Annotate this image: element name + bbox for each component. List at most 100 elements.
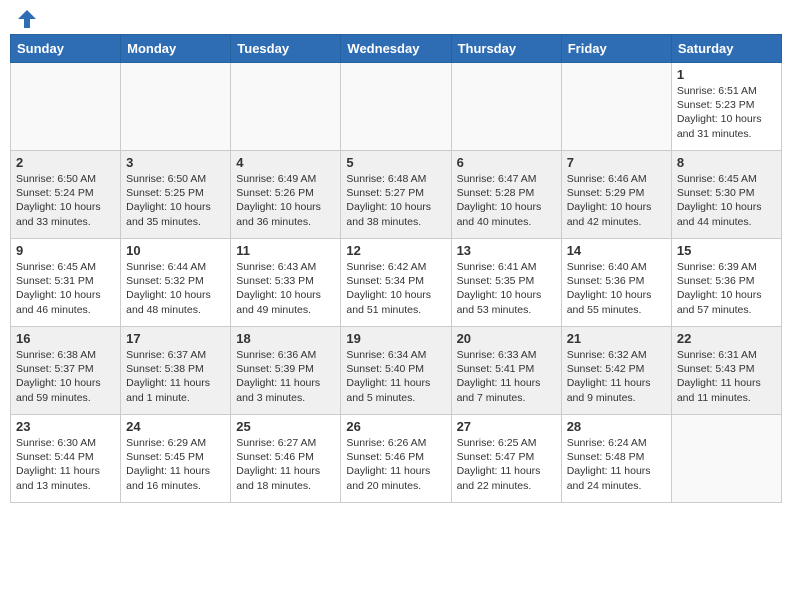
day-number: 23 (16, 419, 115, 434)
calendar-cell (451, 63, 561, 151)
calendar-week-row: 1 Sunrise: 6:51 AM Sunset: 5:23 PM Daylig… (11, 63, 782, 151)
cell-text: Sunrise: 6:39 AM Sunset: 5:36 PM Dayligh… (677, 260, 776, 317)
calendar-cell: 19 Sunrise: 6:34 AM Sunset: 5:40 PM Dayli… (341, 327, 451, 415)
cell-text: Sunrise: 6:26 AM Sunset: 5:46 PM Dayligh… (346, 436, 445, 493)
day-number: 20 (457, 331, 556, 346)
calendar-cell: 7 Sunrise: 6:46 AM Sunset: 5:29 PM Daylig… (561, 151, 671, 239)
logo (14, 10, 38, 26)
calendar-cell: 5 Sunrise: 6:48 AM Sunset: 5:27 PM Daylig… (341, 151, 451, 239)
calendar-cell: 24 Sunrise: 6:29 AM Sunset: 5:45 PM Dayli… (121, 415, 231, 503)
cell-text: Sunrise: 6:27 AM Sunset: 5:46 PM Dayligh… (236, 436, 335, 493)
day-number: 1 (677, 67, 776, 82)
calendar-cell: 1 Sunrise: 6:51 AM Sunset: 5:23 PM Daylig… (671, 63, 781, 151)
calendar-cell: 4Sunrise: 6:49 AM Sunset: 5:26 PM Daylig… (231, 151, 341, 239)
calendar-cell: 28 Sunrise: 6:24 AM Sunset: 5:48 PM Dayli… (561, 415, 671, 503)
day-number: 28 (567, 419, 666, 434)
day-number: 15 (677, 243, 776, 258)
day-number: 8 (677, 155, 776, 170)
cell-text: Sunrise: 6:43 AM Sunset: 5:33 PM Dayligh… (236, 260, 335, 317)
day-number: 9 (16, 243, 115, 258)
calendar-cell (11, 63, 121, 151)
cell-text: Sunrise: 6:40 AM Sunset: 5:36 PM Dayligh… (567, 260, 666, 317)
day-number: 21 (567, 331, 666, 346)
day-number: 13 (457, 243, 556, 258)
day-number: 19 (346, 331, 445, 346)
day-number: 7 (567, 155, 666, 170)
calendar-cell: 3 Sunrise: 6:50 AM Sunset: 5:25 PM Daylig… (121, 151, 231, 239)
day-number: 27 (457, 419, 556, 434)
calendar-cell: 8 Sunrise: 6:45 AM Sunset: 5:30 PM Daylig… (671, 151, 781, 239)
weekday-header-wednesday: Wednesday (341, 35, 451, 63)
weekday-header-thursday: Thursday (451, 35, 561, 63)
day-number: 5 (346, 155, 445, 170)
calendar-cell: 16Sunrise: 6:38 AM Sunset: 5:37 PM Dayli… (11, 327, 121, 415)
calendar-cell: 9 Sunrise: 6:45 AM Sunset: 5:31 PM Daylig… (11, 239, 121, 327)
calendar-cell: 14 Sunrise: 6:40 AM Sunset: 5:36 PM Dayli… (561, 239, 671, 327)
cell-text: Sunrise: 6:32 AM Sunset: 5:42 PM Dayligh… (567, 348, 666, 405)
weekday-header-saturday: Saturday (671, 35, 781, 63)
day-number: 16 (16, 331, 115, 346)
cell-text: Sunrise: 6:46 AM Sunset: 5:29 PM Dayligh… (567, 172, 666, 229)
calendar-cell: 6 Sunrise: 6:47 AM Sunset: 5:28 PM Daylig… (451, 151, 561, 239)
calendar-cell: 21 Sunrise: 6:32 AM Sunset: 5:42 PM Dayli… (561, 327, 671, 415)
calendar-cell (341, 63, 451, 151)
cell-text: Sunrise: 6:50 AM Sunset: 5:24 PM Dayligh… (16, 172, 115, 229)
calendar-cell (561, 63, 671, 151)
cell-text: Sunrise: 6:24 AM Sunset: 5:48 PM Dayligh… (567, 436, 666, 493)
day-number: 4 (236, 155, 335, 170)
cell-text: Sunrise: 6:48 AM Sunset: 5:27 PM Dayligh… (346, 172, 445, 229)
day-number: 12 (346, 243, 445, 258)
calendar-cell (121, 63, 231, 151)
cell-text: Sunrise: 6:37 AM Sunset: 5:38 PM Dayligh… (126, 348, 225, 405)
cell-text: Sunrise: 6:25 AM Sunset: 5:47 PM Dayligh… (457, 436, 556, 493)
cell-text: Sunrise: 6:29 AM Sunset: 5:45 PM Dayligh… (126, 436, 225, 493)
calendar-cell: 13Sunrise: 6:41 AM Sunset: 5:35 PM Dayli… (451, 239, 561, 327)
cell-text: Sunrise: 6:50 AM Sunset: 5:25 PM Dayligh… (126, 172, 225, 229)
cell-text: Sunrise: 6:36 AM Sunset: 5:39 PM Dayligh… (236, 348, 335, 405)
calendar-cell (671, 415, 781, 503)
calendar-cell: 23 Sunrise: 6:30 AM Sunset: 5:44 PM Dayli… (11, 415, 121, 503)
cell-text: Sunrise: 6:30 AM Sunset: 5:44 PM Dayligh… (16, 436, 115, 493)
calendar-cell: 15 Sunrise: 6:39 AM Sunset: 5:36 PM Dayli… (671, 239, 781, 327)
day-number: 26 (346, 419, 445, 434)
cell-text: Sunrise: 6:44 AM Sunset: 5:32 PM Dayligh… (126, 260, 225, 317)
weekday-header-monday: Monday (121, 35, 231, 63)
day-number: 2 (16, 155, 115, 170)
calendar-week-row: 23 Sunrise: 6:30 AM Sunset: 5:44 PM Dayli… (11, 415, 782, 503)
calendar-cell: 18Sunrise: 6:36 AM Sunset: 5:39 PM Dayli… (231, 327, 341, 415)
day-number: 14 (567, 243, 666, 258)
calendar-week-row: 9 Sunrise: 6:45 AM Sunset: 5:31 PM Daylig… (11, 239, 782, 327)
calendar-cell: 25 Sunrise: 6:27 AM Sunset: 5:46 PM Dayli… (231, 415, 341, 503)
calendar-cell: 2 Sunrise: 6:50 AM Sunset: 5:24 PM Daylig… (11, 151, 121, 239)
day-number: 3 (126, 155, 225, 170)
calendar-table: SundayMondayTuesdayWednesdayThursdayFrid… (10, 34, 782, 503)
cell-text: Sunrise: 6:42 AM Sunset: 5:34 PM Dayligh… (346, 260, 445, 317)
calendar-cell: 22 Sunrise: 6:31 AM Sunset: 5:43 PM Dayli… (671, 327, 781, 415)
calendar-cell: 11 Sunrise: 6:43 AM Sunset: 5:33 PM Dayli… (231, 239, 341, 327)
cell-text: Sunrise: 6:34 AM Sunset: 5:40 PM Dayligh… (346, 348, 445, 405)
cell-text: Sunrise: 6:51 AM Sunset: 5:23 PM Dayligh… (677, 84, 776, 141)
day-number: 22 (677, 331, 776, 346)
weekday-header-tuesday: Tuesday (231, 35, 341, 63)
weekday-header-row: SundayMondayTuesdayWednesdayThursdayFrid… (11, 35, 782, 63)
day-number: 6 (457, 155, 556, 170)
calendar-cell: 27 Sunrise: 6:25 AM Sunset: 5:47 PM Dayli… (451, 415, 561, 503)
calendar-week-row: 16Sunrise: 6:38 AM Sunset: 5:37 PM Dayli… (11, 327, 782, 415)
day-number: 25 (236, 419, 335, 434)
cell-text: Sunrise: 6:45 AM Sunset: 5:30 PM Dayligh… (677, 172, 776, 229)
cell-text: Sunrise: 6:33 AM Sunset: 5:41 PM Dayligh… (457, 348, 556, 405)
cell-text: Sunrise: 6:47 AM Sunset: 5:28 PM Dayligh… (457, 172, 556, 229)
calendar-cell: 20 Sunrise: 6:33 AM Sunset: 5:41 PM Dayli… (451, 327, 561, 415)
calendar-cell: 10 Sunrise: 6:44 AM Sunset: 5:32 PM Dayli… (121, 239, 231, 327)
day-number: 24 (126, 419, 225, 434)
cell-text: Sunrise: 6:45 AM Sunset: 5:31 PM Dayligh… (16, 260, 115, 317)
weekday-header-sunday: Sunday (11, 35, 121, 63)
cell-text: Sunrise: 6:31 AM Sunset: 5:43 PM Dayligh… (677, 348, 776, 405)
page-header (10, 10, 782, 26)
logo-icon (16, 8, 38, 30)
calendar-cell: 12 Sunrise: 6:42 AM Sunset: 5:34 PM Dayli… (341, 239, 451, 327)
calendar-cell (231, 63, 341, 151)
day-number: 10 (126, 243, 225, 258)
day-number: 11 (236, 243, 335, 258)
calendar-cell: 26 Sunrise: 6:26 AM Sunset: 5:46 PM Dayli… (341, 415, 451, 503)
